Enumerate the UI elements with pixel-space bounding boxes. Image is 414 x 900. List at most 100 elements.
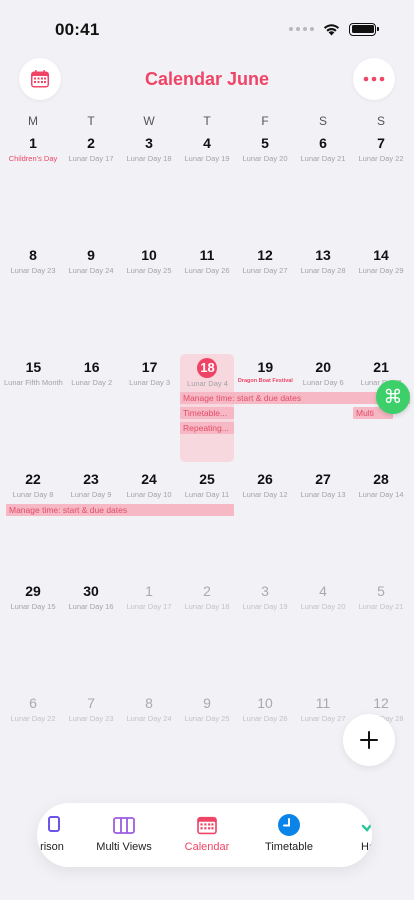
day-number: 26 <box>257 471 273 487</box>
lunar-label: Lunar Day 2 <box>71 378 113 387</box>
lunar-label: Lunar Day 16 <box>68 602 114 611</box>
event-bar[interactable]: Manage time: start & due dates <box>6 504 234 516</box>
day-cell[interactable]: 14 Lunar Day 29 <box>352 242 410 354</box>
command-shortcut-button[interactable]: ⌘ <box>376 380 410 414</box>
lunar-label: Lunar Day 24 <box>68 266 114 275</box>
day-cell[interactable]: 27 Lunar Day 13 <box>294 466 352 578</box>
day-cell[interactable]: 12 Lunar Day 27 <box>236 242 294 354</box>
day-cell[interactable]: 6 Lunar Day 21 <box>294 130 352 242</box>
day-cell-next-month[interactable]: 1 Lunar Day 17 <box>120 578 178 690</box>
day-cell[interactable]: 1 Children's Day <box>4 130 62 242</box>
day-cell[interactable]: 11 Lunar Day 26 <box>178 242 236 354</box>
day-number: 1 <box>29 135 37 151</box>
day-cell[interactable]: 19 Dragon Boat Festival <box>236 354 294 466</box>
day-cell-next-month[interactable]: 8 Lunar Day 24 <box>120 690 178 802</box>
lunar-label: Lunar Day 3 <box>129 378 171 387</box>
day-number: 6 <box>319 135 327 151</box>
day-cell[interactable]: 29 Lunar Day 15 <box>4 578 62 690</box>
day-number: 7 <box>87 695 95 711</box>
event-bar[interactable]: Repeating... <box>180 422 234 434</box>
lunar-label: Lunar Day 19 <box>242 602 288 611</box>
weekday-sat: S <box>318 114 327 128</box>
lunar-label: Lunar Day 17 <box>126 602 172 611</box>
lunar-label: Lunar Day 28 <box>300 266 346 275</box>
day-number: 25 <box>199 471 215 487</box>
day-cell[interactable]: 2 Lunar Day 17 <box>62 130 120 242</box>
day-cell[interactable]: 10 Lunar Day 25 <box>120 242 178 354</box>
lunar-label: Lunar Day 22 <box>358 154 404 163</box>
tab-label: Ha <box>360 841 372 853</box>
day-cell[interactable]: 3 Lunar Day 18 <box>120 130 178 242</box>
week-row: 22 Lunar Day 8 23 Lunar Day 9 24 Lunar Day … <box>4 466 410 578</box>
lunar-label: Dragon Boat Festival <box>237 378 293 384</box>
day-cell[interactable]: 16 Lunar Day 2 <box>63 354 121 466</box>
day-cell[interactable]: 4 Lunar Day 19 <box>178 130 236 242</box>
day-number: 10 <box>257 695 273 711</box>
week-row: 29 Lunar Day 15 30 Lunar Day 16 1 Lunar Day… <box>4 578 410 690</box>
week-row: 15 Lunar Fifth Month 16 Lunar Day 2 17 Luna… <box>4 354 410 466</box>
wifi-icon <box>323 24 340 36</box>
tab-multi-views[interactable]: Multi Views <box>84 813 164 853</box>
tab-timetable[interactable]: Timetable <box>249 813 329 853</box>
lunar-label: Lunar Day 18 <box>184 602 230 611</box>
day-number: 19 <box>257 359 274 375</box>
day-cell[interactable]: 17 Lunar Day 3 <box>121 354 179 466</box>
day-number: 4 <box>319 583 327 599</box>
weekday-fri: F <box>261 114 269 128</box>
event-bar[interactable]: Timetable... <box>180 407 234 419</box>
lunar-label: Lunar Day 18 <box>126 154 172 163</box>
add-event-button[interactable] <box>343 714 395 766</box>
lunar-label: Lunar Day 27 <box>242 266 288 275</box>
day-number: 13 <box>315 247 331 263</box>
day-cell-next-month[interactable]: 5 Lunar Day 21 <box>352 578 410 690</box>
lunar-label: Lunar Day 9 <box>70 490 112 499</box>
day-cell-next-month[interactable]: 7 Lunar Day 23 <box>62 690 120 802</box>
lunar-label: Lunar Day 24 <box>126 714 172 723</box>
comparison-icon <box>48 816 60 832</box>
lunar-label: Lunar Day 23 <box>10 266 56 275</box>
command-icon: ⌘ <box>383 386 403 408</box>
day-cell[interactable]: 8 Lunar Day 23 <box>4 242 62 354</box>
lunar-label: Lunar Day 12 <box>242 490 288 499</box>
day-number: 4 <box>203 135 211 151</box>
weekday-sun: S <box>376 114 385 128</box>
tab-calendar[interactable]: Calendar <box>167 813 247 853</box>
more-options-button[interactable] <box>353 58 395 100</box>
day-number: 20 <box>315 359 331 375</box>
day-number: 30 <box>83 583 99 599</box>
day-cell[interactable]: 22 Lunar Day 8 <box>4 466 62 578</box>
day-cell-next-month[interactable]: 9 Lunar Day 25 <box>178 690 236 802</box>
day-number: 11 <box>199 247 215 263</box>
plus-icon <box>360 731 378 749</box>
lunar-label: Lunar Day 20 <box>300 602 346 611</box>
day-number: 12 <box>373 695 389 711</box>
day-cell[interactable]: 5 Lunar Day 20 <box>236 130 294 242</box>
day-cell[interactable]: 15 Lunar Fifth Month <box>4 354 63 466</box>
day-cell[interactable]: 24 Lunar Day 10 <box>120 466 178 578</box>
day-cell-next-month[interactable]: 3 Lunar Day 19 <box>236 578 294 690</box>
lunar-label: Lunar Day 23 <box>68 714 114 723</box>
lunar-label: Lunar Day 26 <box>242 714 288 723</box>
lunar-label: Lunar Day 15 <box>10 602 56 611</box>
day-cell[interactable]: 23 Lunar Day 9 <box>62 466 120 578</box>
day-cell[interactable]: 25 Lunar Day 11 <box>178 466 236 578</box>
day-number: 29 <box>25 583 41 599</box>
day-cell[interactable]: 7 Lunar Day 22 <box>352 130 410 242</box>
day-cell[interactable]: 20 Lunar Day 6 <box>294 354 352 466</box>
lunar-label: Lunar Day 29 <box>358 266 404 275</box>
lunar-label: Lunar Day 20 <box>242 154 288 163</box>
multi-views-icon <box>113 817 135 834</box>
day-number: 9 <box>87 247 95 263</box>
day-cell[interactable]: 28 Lunar Day 14 <box>352 466 410 578</box>
day-cell-next-month[interactable]: 4 Lunar Day 20 <box>294 578 352 690</box>
day-cell[interactable]: 30 Lunar Day 16 <box>62 578 120 690</box>
day-number: 15 <box>25 359 42 375</box>
day-cell[interactable]: 13 Lunar Day 28 <box>294 242 352 354</box>
day-cell[interactable]: 26 Lunar Day 12 <box>236 466 294 578</box>
day-cell-next-month[interactable]: 10 Lunar Day 26 <box>236 690 294 802</box>
tab-habit[interactable]: Ha <box>328 813 372 853</box>
day-cell[interactable]: 9 Lunar Day 24 <box>62 242 120 354</box>
day-cell-next-month[interactable]: 2 Lunar Day 18 <box>178 578 236 690</box>
lunar-label: Lunar Day 11 <box>184 490 230 499</box>
day-cell-next-month[interactable]: 6 Lunar Day 22 <box>4 690 62 802</box>
